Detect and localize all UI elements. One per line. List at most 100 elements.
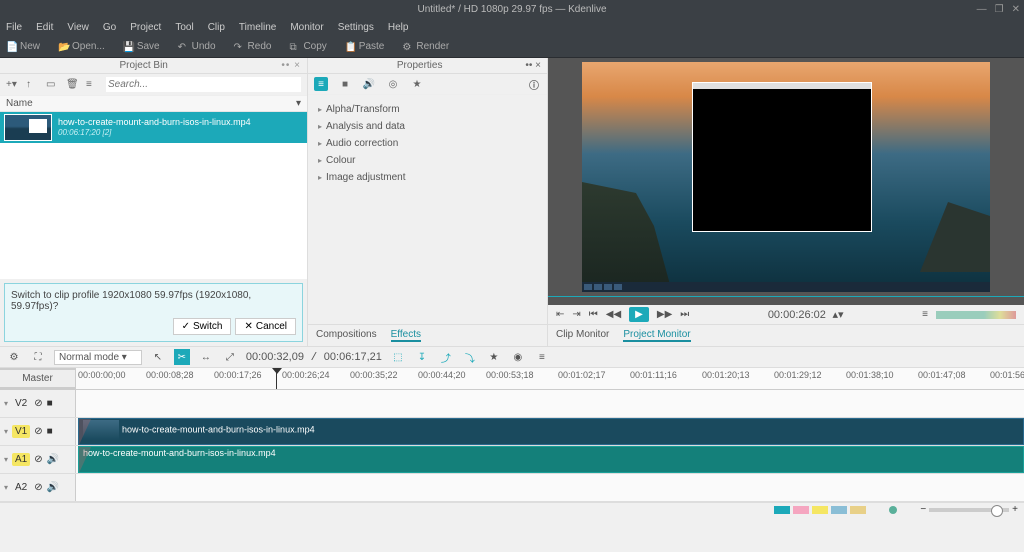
- track-body[interactable]: how-to-create-mount-and-burn-isos-in-lin…: [76, 418, 1024, 445]
- preview-render-icon[interactable]: ◉: [510, 349, 526, 365]
- color-tag[interactable]: [831, 506, 847, 514]
- info-icon[interactable]: ⓘ: [527, 77, 541, 91]
- forward-icon[interactable]: ⏭: [680, 309, 689, 320]
- cancel-button[interactable]: ✕ Cancel: [235, 318, 296, 335]
- playhead[interactable]: [276, 368, 277, 389]
- close-icon[interactable]: ✕: [1012, 4, 1020, 15]
- open-button[interactable]: 📂Open...: [58, 41, 105, 52]
- audio-icon[interactable]: 🔊: [47, 482, 59, 493]
- view-icon[interactable]: ≡: [86, 79, 98, 91]
- zoom-out-icon[interactable]: −: [920, 504, 926, 515]
- tab-effects[interactable]: Effects: [391, 329, 421, 342]
- mute-icon[interactable]: ⊘: [34, 426, 42, 437]
- spacer-tool-icon[interactable]: ↔: [198, 349, 214, 365]
- paste-button[interactable]: 📋Paste: [345, 41, 385, 52]
- search-input[interactable]: [106, 77, 301, 92]
- av-icon[interactable]: ⛶: [30, 349, 46, 365]
- overwrite-icon[interactable]: ↧: [414, 349, 430, 365]
- track-body[interactable]: [76, 390, 1024, 417]
- timeline-position[interactable]: 00:00:32,09 / 00:06:17,21: [246, 351, 382, 364]
- monitor-menu-icon[interactable]: ≡: [922, 309, 928, 320]
- switch-button[interactable]: ✓ Switch: [173, 318, 232, 335]
- menu-help[interactable]: Help: [388, 22, 409, 33]
- menu-clip[interactable]: Clip: [208, 22, 225, 33]
- color-tag[interactable]: [774, 506, 790, 514]
- favorite-icon[interactable]: ★: [486, 349, 502, 365]
- effect-category[interactable]: Analysis and data: [318, 118, 537, 135]
- redo-button[interactable]: ↷Redo: [234, 41, 272, 52]
- bin-name-header[interactable]: Name▾: [0, 96, 307, 112]
- zone-start-icon[interactable]: ⇤: [556, 309, 564, 320]
- effect-category[interactable]: Alpha/Transform: [318, 101, 537, 118]
- mute-icon[interactable]: ⊘: [34, 482, 42, 493]
- selection-tool-icon[interactable]: ↖: [150, 349, 166, 365]
- menu-tool[interactable]: Tool: [175, 22, 193, 33]
- tab-project-monitor[interactable]: Project Monitor: [623, 329, 690, 342]
- insert-icon[interactable]: ⬚: [390, 349, 406, 365]
- gear-icon[interactable]: ⚙: [6, 349, 22, 365]
- edit-mode-select[interactable]: Normal mode ▾: [54, 350, 142, 365]
- menu-view[interactable]: View: [67, 22, 89, 33]
- track-body[interactable]: [76, 474, 1024, 501]
- bin-item[interactable]: how-to-create-mount-and-burn-isos-in-lin…: [0, 112, 307, 143]
- zoom-in-icon[interactable]: +: [1012, 504, 1018, 515]
- rewind-icon[interactable]: ⏮: [589, 309, 598, 320]
- color-tag[interactable]: [850, 506, 866, 514]
- track-header[interactable]: ▾V1⊘■: [0, 418, 76, 445]
- track-header[interactable]: ▾A2⊘🔊: [0, 474, 76, 501]
- menu-file[interactable]: File: [6, 22, 22, 33]
- audio-icon[interactable]: 🔊: [47, 454, 59, 465]
- tab-compositions[interactable]: Compositions: [316, 329, 377, 342]
- mute-icon[interactable]: ⊘: [34, 454, 42, 465]
- custom-effects-icon[interactable]: ◎: [386, 77, 400, 91]
- lift-icon[interactable]: ⤵: [462, 349, 478, 365]
- menu-edit[interactable]: Edit: [36, 22, 53, 33]
- menu-settings[interactable]: Settings: [338, 22, 374, 33]
- new-button[interactable]: 📄New: [6, 41, 40, 52]
- add-clip-icon[interactable]: +▾: [6, 79, 18, 91]
- zone-end-icon[interactable]: ⇥: [572, 309, 580, 320]
- maximize-icon[interactable]: ❐: [995, 4, 1004, 15]
- audio-clip[interactable]: how-to-create-mount-and-burn-isos-in-lin…: [78, 446, 1024, 473]
- render-button[interactable]: ⚙Render: [402, 41, 449, 52]
- monitor-timecode[interactable]: 00:00:26:02 ▴▾: [768, 308, 844, 322]
- timeline-ruler[interactable]: Master 00:00:00;00 00:00:08;28 00:00:17;…: [0, 368, 1024, 390]
- fade-handle[interactable]: [79, 447, 91, 473]
- video-clip[interactable]: how-to-create-mount-and-burn-isos-in-lin…: [78, 418, 1024, 445]
- prev-frame-icon[interactable]: ◀◀: [606, 309, 621, 320]
- play-button[interactable]: ▶: [629, 307, 649, 322]
- undo-button[interactable]: ↶Undo: [178, 41, 216, 52]
- minimize-icon[interactable]: —: [977, 4, 987, 15]
- video-icon[interactable]: ■: [47, 426, 53, 437]
- new-folder-icon[interactable]: ▭: [46, 79, 58, 91]
- copy-button[interactable]: ⧉Copy: [289, 41, 326, 52]
- delete-icon[interactable]: 🗑: [66, 79, 78, 91]
- effect-category[interactable]: Audio correction: [318, 135, 537, 152]
- menu-go[interactable]: Go: [103, 22, 116, 33]
- project-bin-list[interactable]: how-to-create-mount-and-burn-isos-in-lin…: [0, 112, 307, 279]
- track-header[interactable]: ▾A1⊘🔊: [0, 446, 76, 473]
- effect-category[interactable]: Colour: [318, 152, 537, 169]
- tab-clip-monitor[interactable]: Clip Monitor: [556, 329, 609, 342]
- main-effects-icon[interactable]: ≡: [314, 77, 328, 91]
- menu-timeline[interactable]: Timeline: [239, 22, 276, 33]
- video-effects-icon[interactable]: ■: [338, 77, 352, 91]
- effect-category[interactable]: Image adjustment: [318, 169, 537, 186]
- panel-menu-icon[interactable]: •• ×: [281, 60, 301, 71]
- zoom-slider[interactable]: [929, 508, 1009, 512]
- save-button[interactable]: 💾Save: [123, 41, 160, 52]
- next-frame-icon[interactable]: ▶▶: [657, 309, 672, 320]
- track-body[interactable]: how-to-create-mount-and-burn-isos-in-lin…: [76, 446, 1024, 473]
- fade-handle[interactable]: [79, 419, 91, 445]
- color-tag[interactable]: [812, 506, 828, 514]
- color-tag[interactable]: [793, 506, 809, 514]
- mute-icon[interactable]: ⊘: [34, 398, 42, 409]
- menu-project[interactable]: Project: [130, 22, 161, 33]
- favorite-effects-icon[interactable]: ★: [410, 77, 424, 91]
- video-icon[interactable]: ■: [47, 398, 53, 409]
- menu-monitor[interactable]: Monitor: [290, 22, 323, 33]
- master-track-header[interactable]: Master: [0, 368, 76, 389]
- ruler-ticks[interactable]: 00:00:00;00 00:00:08;28 00:00:17;26 00:0…: [76, 368, 1024, 389]
- monitor-ruler[interactable]: [548, 296, 1024, 305]
- fit-icon[interactable]: ⤢: [222, 349, 238, 365]
